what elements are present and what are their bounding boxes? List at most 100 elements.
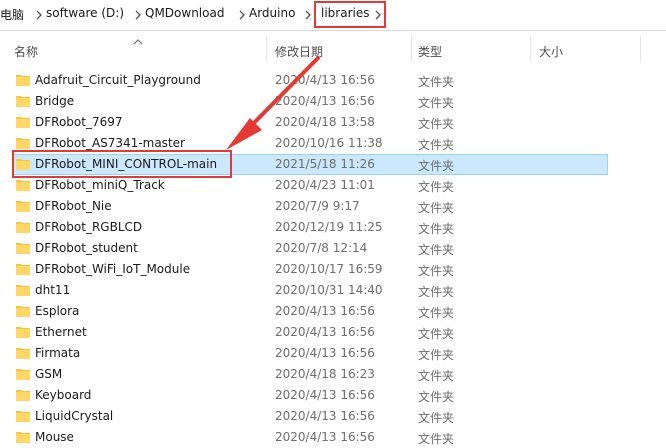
file-date: 2020/4/13 16:56 xyxy=(275,325,375,339)
chevron-right-icon[interactable] xyxy=(134,6,142,20)
file-type: 文件夹 xyxy=(418,306,455,320)
file-type: 文件夹 xyxy=(418,75,455,89)
file-name: Firmata xyxy=(35,346,81,360)
file-type: 文件夹 xyxy=(418,117,455,131)
file-date: 2020/7/9 9:17 xyxy=(275,199,360,213)
list-item[interactable]: DFRobot_7697 2020/4/18 13:58 文件夹 xyxy=(0,112,666,133)
list-item[interactable]: Bridge 2020/4/13 16:56 文件夹 xyxy=(0,91,666,112)
chevron-right-icon[interactable] xyxy=(238,6,246,20)
file-date: 2020/4/13 16:56 xyxy=(275,430,375,444)
list-item[interactable]: Ethernet 2020/4/13 16:56 文件夹 xyxy=(0,322,666,343)
folder-icon xyxy=(16,241,30,257)
file-type: 文件夹 xyxy=(418,96,455,110)
column-header-date[interactable]: 修改日期 xyxy=(275,43,323,60)
file-date: 2021/5/18 11:26 xyxy=(275,157,375,171)
folder-icon xyxy=(16,430,30,446)
breadcrumb-computer[interactable]: 电脑 xyxy=(0,6,24,23)
file-date: 2020/4/13 16:56 xyxy=(275,94,375,108)
file-name: DFRobot_RGBLCD xyxy=(35,220,143,234)
file-name: DFRobot_Nie xyxy=(35,199,112,213)
file-name: LiquidCrystal xyxy=(35,409,114,423)
selected-folder-highlight-box xyxy=(12,150,232,178)
column-header-row: 名称 修改日期 类型 大小 xyxy=(0,36,666,62)
file-date: 2020/4/13 16:56 xyxy=(275,346,375,360)
file-type: 文件夹 xyxy=(418,264,455,278)
file-name: DFRobot_7697 xyxy=(35,115,123,129)
file-name: GSM xyxy=(35,367,63,381)
file-type: 文件夹 xyxy=(418,222,455,236)
file-name: Adafruit_Circuit_Playground xyxy=(35,73,201,87)
folder-icon xyxy=(16,409,30,425)
folder-icon xyxy=(16,283,30,299)
list-item[interactable]: Firmata 2020/4/13 16:56 文件夹 xyxy=(0,343,666,364)
file-type: 文件夹 xyxy=(418,285,455,299)
file-type: 文件夹 xyxy=(418,390,455,404)
list-item[interactable]: LiquidCrystal 2020/4/13 16:56 文件夹 xyxy=(0,406,666,427)
folder-icon xyxy=(16,94,30,110)
file-type: 文件夹 xyxy=(418,243,455,257)
file-type: 文件夹 xyxy=(418,432,455,446)
file-name: DFRobot_miniQ_Track xyxy=(35,178,165,192)
address-bar[interactable]: 电脑 software (D:) QMDownload Arduino libr… xyxy=(0,0,666,31)
folder-icon xyxy=(16,304,30,320)
column-divider[interactable] xyxy=(411,36,412,62)
file-date: 2020/4/23 11:01 xyxy=(275,178,375,192)
file-name: Keyboard xyxy=(35,388,92,402)
folder-icon xyxy=(16,388,30,404)
list-item[interactable]: DFRobot_Nie 2020/7/9 9:17 文件夹 xyxy=(0,196,666,217)
folder-icon xyxy=(16,199,30,215)
folder-icon xyxy=(16,178,30,194)
column-header-type[interactable]: 类型 xyxy=(418,43,442,60)
column-header-size[interactable]: 大小 xyxy=(539,43,563,60)
file-type: 文件夹 xyxy=(418,180,455,194)
file-date: 2020/4/13 16:56 xyxy=(275,304,375,318)
folder-icon xyxy=(16,73,30,89)
file-date: 2020/12/19 11:25 xyxy=(275,220,383,234)
list-item[interactable]: Adafruit_Circuit_Playground 2020/4/13 16… xyxy=(0,70,666,91)
file-type: 文件夹 xyxy=(418,138,455,152)
file-date: 2020/4/18 16:23 xyxy=(275,367,375,381)
file-type: 文件夹 xyxy=(418,411,455,425)
list-item[interactable]: DFRobot_miniQ_Track 2020/4/23 11:01 文件夹 xyxy=(0,175,666,196)
file-type: 文件夹 xyxy=(418,159,455,173)
file-date: 2020/7/8 12:14 xyxy=(275,241,368,255)
file-type: 文件夹 xyxy=(418,327,455,341)
file-name: Esplora xyxy=(35,304,80,318)
column-divider[interactable] xyxy=(640,36,641,62)
file-date: 2020/10/17 16:59 xyxy=(275,262,383,276)
file-name: Bridge xyxy=(35,94,75,108)
folder-icon xyxy=(16,367,30,383)
list-item[interactable]: GSM 2020/4/18 16:23 文件夹 xyxy=(0,364,666,385)
folder-icon xyxy=(16,346,30,362)
libraries-highlight-box xyxy=(314,1,386,28)
list-item[interactable]: Esplora 2020/4/13 16:56 文件夹 xyxy=(0,301,666,322)
column-header-name[interactable]: 名称 xyxy=(14,43,38,60)
list-item[interactable]: dht11 2020/10/31 14:40 文件夹 xyxy=(0,280,666,301)
file-name: Ethernet xyxy=(35,325,87,339)
file-date: 2020/4/13 16:56 xyxy=(275,388,375,402)
folder-icon xyxy=(16,325,30,341)
file-date: 2020/4/13 16:56 xyxy=(275,409,375,423)
folder-icon xyxy=(16,262,30,278)
folder-icon xyxy=(16,220,30,236)
list-item[interactable]: DFRobot_student 2020/7/8 12:14 文件夹 xyxy=(0,238,666,259)
folder-icon xyxy=(16,115,30,131)
list-item[interactable]: DFRobot_RGBLCD 2020/12/19 11:25 文件夹 xyxy=(0,217,666,238)
file-name: DFRobot_student xyxy=(35,241,138,255)
list-item[interactable]: DFRobot_WiFi_IoT_Module 2020/10/17 16:59… xyxy=(0,259,666,280)
chevron-right-icon[interactable] xyxy=(304,6,312,20)
list-item[interactable]: Mouse 2020/4/13 16:56 文件夹 xyxy=(0,427,666,448)
file-name: DFRobot_AS7341-master xyxy=(35,136,185,150)
file-name: dht11 xyxy=(35,283,71,297)
column-divider[interactable] xyxy=(530,36,531,62)
file-name: Mouse xyxy=(35,430,74,444)
file-type: 文件夹 xyxy=(418,369,455,383)
breadcrumb-qmdownload[interactable]: QMDownload xyxy=(145,6,224,20)
column-divider[interactable] xyxy=(266,36,267,62)
file-date: 2020/4/18 13:58 xyxy=(275,115,375,129)
file-date: 2020/10/31 14:40 xyxy=(275,283,383,297)
breadcrumb-drive[interactable]: software (D:) xyxy=(46,6,124,20)
list-item[interactable]: Keyboard 2020/4/13 16:56 文件夹 xyxy=(0,385,666,406)
chevron-right-icon[interactable] xyxy=(35,6,43,20)
breadcrumb-arduino[interactable]: Arduino xyxy=(249,6,295,20)
